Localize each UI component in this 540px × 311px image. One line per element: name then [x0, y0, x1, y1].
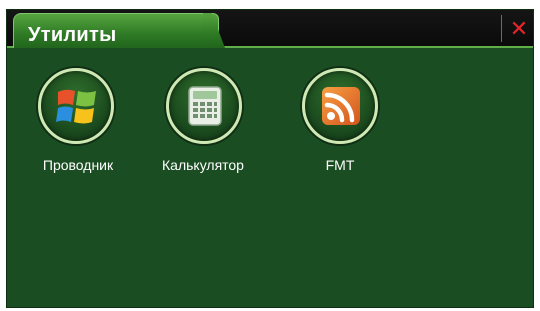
close-separator [501, 15, 502, 42]
tab-utilities[interactable]: Утилиты [13, 13, 219, 48]
app-fmt[interactable]: FMT [282, 68, 392, 178]
close-button[interactable]: ✕ [507, 14, 531, 44]
app-calculator[interactable]: Калькулятор [148, 68, 258, 178]
calculator-icon [188, 86, 222, 126]
app-calculator-label: Калькулятор [162, 157, 244, 173]
windows-explorer-icon [56, 89, 96, 124]
close-icon: ✕ [509, 16, 529, 41]
app-calculator-ring [166, 68, 242, 144]
app-explorer-ring [38, 68, 114, 144]
app-explorer[interactable]: Проводник [23, 68, 133, 178]
window-title: Утилиты [28, 24, 117, 46]
app-fmt-ring [302, 68, 378, 144]
utilities-window: Утилиты ✕ Проводник Калькулятор FMT [6, 9, 534, 308]
app-explorer-label: Проводник [42, 157, 114, 173]
rss-feed-icon [322, 87, 360, 125]
app-fmt-label: FMT [325, 157, 355, 173]
